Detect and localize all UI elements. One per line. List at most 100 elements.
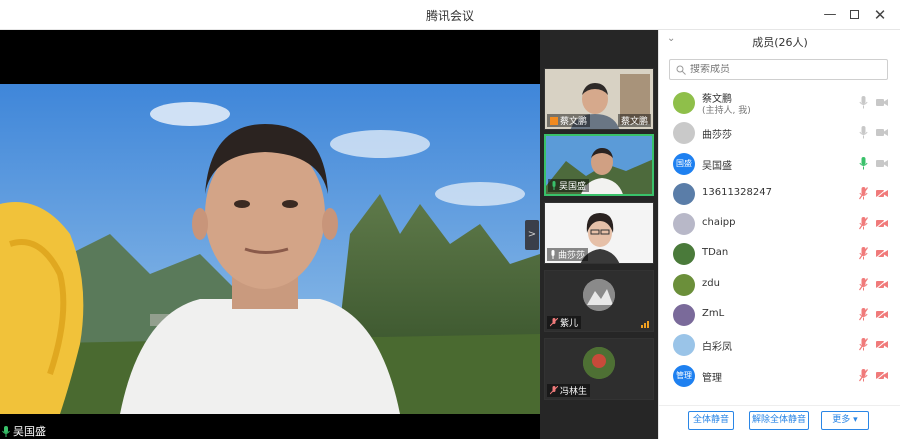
member-row[interactable]: chaipp <box>659 209 900 239</box>
member-role: (主持人, 我) <box>702 106 751 116</box>
thumbnail-name-tag: 紫儿 <box>547 316 582 329</box>
window-title: 腾讯会议 <box>425 9 474 23</box>
mic-muted-icon[interactable] <box>859 368 868 382</box>
participant-avatar <box>583 279 615 311</box>
thumbnail-name: 紫儿 <box>560 319 579 329</box>
camera-off-icon[interactable] <box>876 219 888 229</box>
member-search-input[interactable] <box>690 64 880 75</box>
mic-muted-icon[interactable] <box>859 277 868 291</box>
avatar <box>673 273 695 296</box>
member-row[interactable]: 13611328247 <box>659 179 900 209</box>
member-name: zdu <box>702 277 720 289</box>
member-name: 曲莎莎 <box>702 130 732 142</box>
member-row[interactable]: 国盛 吴国盛 <box>659 149 900 179</box>
maximize-button[interactable] <box>844 5 864 25</box>
camera-icon[interactable] <box>876 128 888 137</box>
avatar <box>673 243 695 266</box>
member-row[interactable]: TDan <box>659 239 900 269</box>
main-video[interactable]: 吴国盛 <box>0 30 540 439</box>
chevron-right-icon: > <box>527 229 537 240</box>
thumbnail-tile[interactable]: 冯林生 <box>544 338 654 400</box>
mic-icon[interactable] <box>859 156 868 170</box>
unmute-all-button[interactable]: 解除全体静音 <box>749 411 809 430</box>
mic-muted-icon <box>550 318 558 327</box>
avatar <box>673 182 695 205</box>
member-row[interactable]: 曲莎莎 <box>659 118 900 148</box>
thumbnail-name: 曲莎莎 <box>558 251 586 261</box>
speaker-name: 吴国盛 <box>13 425 46 438</box>
members-panel-header: ⌄ 成员(26人) <box>659 30 900 52</box>
camera-off-icon[interactable] <box>876 188 888 198</box>
mic-muted-icon[interactable] <box>859 186 868 200</box>
mic-muted-icon[interactable] <box>859 247 868 260</box>
maximize-icon <box>849 10 859 19</box>
member-name: 吴国盛 <box>702 160 732 172</box>
thumbnail-name-tag: 蔡文鹏 <box>547 114 591 127</box>
members-panel: ⌄ 成员(26人) 蔡文鹏(主持人, 我) 曲莎莎国盛吴国盛 13611328247… <box>658 30 900 439</box>
member-name: ZmL <box>702 308 725 320</box>
mic-muted-icon <box>550 386 558 395</box>
search-icon <box>676 65 686 75</box>
camera-off-icon[interactable] <box>876 370 888 380</box>
member-name: TDan <box>702 247 729 259</box>
member-row[interactable]: 蔡文鹏 (主持人, 我) <box>659 88 900 118</box>
member-row[interactable]: 白彩凤 <box>659 330 900 360</box>
collapse-strip-button[interactable]: > <box>525 220 539 250</box>
title-bar: 腾讯会议 — ✕ <box>0 0 900 30</box>
avatar <box>673 304 695 327</box>
camera-off-icon[interactable] <box>876 249 888 259</box>
thumbnail-name: 吴国盛 <box>559 182 587 192</box>
member-row[interactable]: zdu <box>659 270 900 300</box>
thumbnail-tile[interactable]: 紫儿 <box>544 270 654 332</box>
member-row[interactable]: 管理 管理 <box>659 361 900 391</box>
camera-icon[interactable] <box>876 159 888 168</box>
mute-all-button[interactable]: 全体静音 <box>688 411 734 430</box>
member-name: 管理 <box>702 372 722 384</box>
mic-muted-icon[interactable] <box>859 217 868 230</box>
members-panel-footer: 全体静音 解除全体静音 更多 ▾ <box>659 405 900 439</box>
thumbnail-tile[interactable]: 蔡文鹏 蔡文鹏 <box>544 68 654 130</box>
avatar-image <box>583 347 615 379</box>
mic-icon <box>552 181 556 190</box>
member-name: 白彩凤 <box>702 342 732 354</box>
thumbnail-tile-active[interactable]: 吴国盛 <box>544 134 654 196</box>
video-thumbnail-strip: 蔡文鹏 蔡文鹏 吴国盛 曲莎莎 紫儿 冯林生 <box>540 30 658 439</box>
mic-muted-icon[interactable] <box>859 308 868 321</box>
host-icon <box>550 116 558 125</box>
participant-avatar <box>583 347 615 379</box>
mic-icon[interactable] <box>859 126 868 139</box>
avatar <box>673 213 695 236</box>
thumbnail-name-tag: 吴国盛 <box>548 179 590 192</box>
camera-off-icon[interactable] <box>876 340 888 350</box>
avatar <box>673 122 695 145</box>
mic-icon <box>551 250 555 259</box>
speaker-video-image <box>0 84 540 414</box>
mic-icon <box>2 425 10 437</box>
speaker-name-tag: 吴国盛 <box>2 423 46 439</box>
member-row[interactable]: ZmL <box>659 300 900 330</box>
thumbnail-name-secondary: 蔡文鹏 <box>620 117 648 127</box>
avatar <box>673 92 695 114</box>
camera-off-icon[interactable] <box>876 279 888 289</box>
speaker-video-frame <box>0 84 540 414</box>
mic-muted-icon[interactable] <box>859 338 868 351</box>
minimize-button[interactable]: — <box>820 5 840 25</box>
member-search-box[interactable] <box>669 59 888 80</box>
member-name: 13611328247 <box>702 186 772 198</box>
thumbnail-name-tag: 曲莎莎 <box>547 248 589 261</box>
avatar: 管理 <box>673 364 695 387</box>
avatar: 国盛 <box>673 152 695 175</box>
more-button[interactable]: 更多 ▾ <box>821 411 869 430</box>
thumbnail-name: 冯林生 <box>560 387 588 397</box>
mic-icon[interactable] <box>859 96 868 109</box>
close-button[interactable]: ✕ <box>870 5 890 25</box>
thumbnail-name-tag: 冯林生 <box>547 384 591 397</box>
signal-strength-icon <box>641 321 649 328</box>
member-list: 蔡文鹏 (主持人, 我) 曲莎莎 国盛 吴国盛 13611328247 chaipp TDan… <box>659 88 900 391</box>
camera-off-icon[interactable] <box>876 310 888 320</box>
thumbnail-tile[interactable]: 曲莎莎 <box>544 202 654 264</box>
thumbnail-name-tag-secondary: 蔡文鹏 <box>617 114 651 127</box>
avatar <box>673 334 695 357</box>
members-panel-title: 成员(26人) <box>752 36 808 49</box>
camera-icon[interactable] <box>876 98 888 107</box>
